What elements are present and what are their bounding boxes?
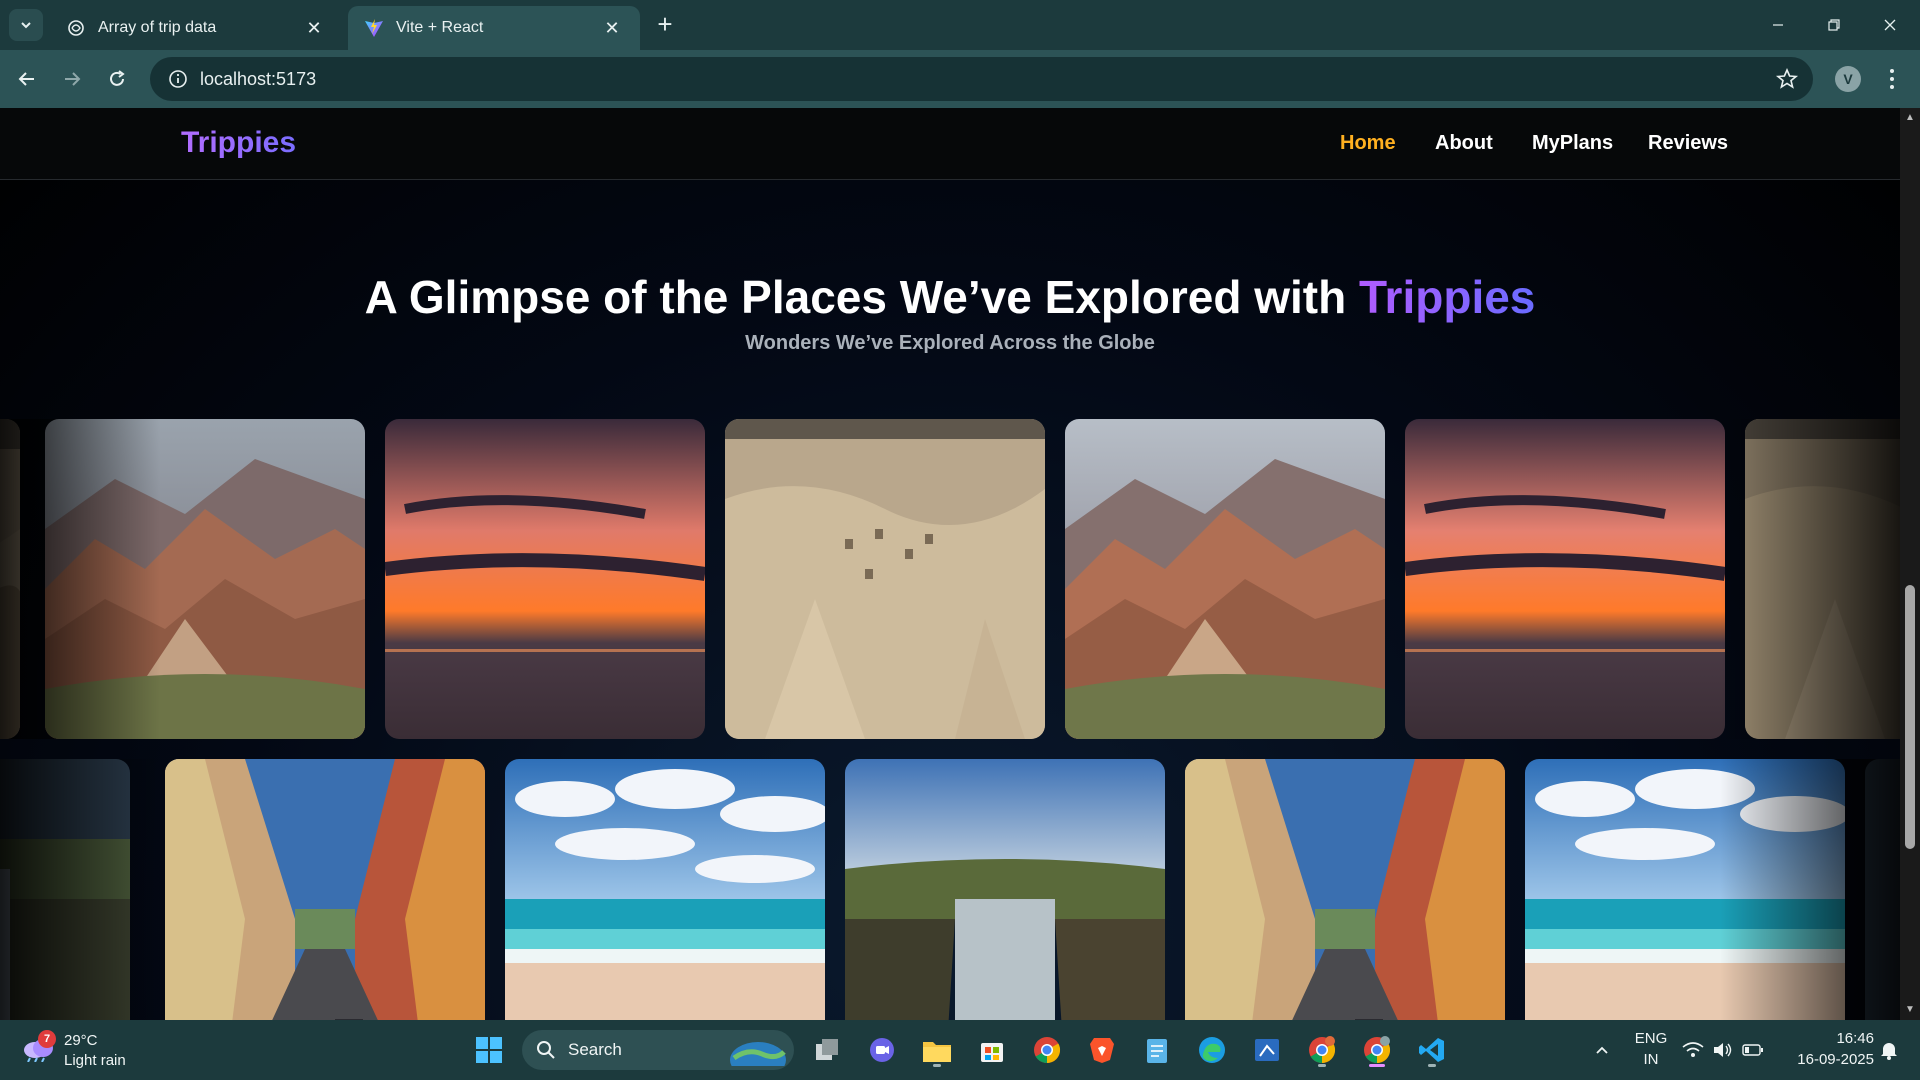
webpage: Trippies Home About MyPlans Reviews A Gl… xyxy=(0,108,1900,1020)
file-explorer-icon[interactable] xyxy=(917,1030,957,1070)
gallery-card-tropical-beach[interactable] xyxy=(1525,759,1845,1020)
browser-tab-strip: Array of trip data ✕ Vite + React ✕ + xyxy=(0,0,1920,50)
chrome-profile-icon[interactable] xyxy=(1302,1030,1342,1070)
clock-date[interactable]: 16-09-2025 xyxy=(1780,1051,1874,1068)
minimize-icon xyxy=(1773,24,1783,26)
taskbar-search-box[interactable]: Search xyxy=(522,1030,794,1070)
nav-about-link[interactable]: About xyxy=(1435,132,1493,155)
gallery-row-2 xyxy=(0,759,1900,1020)
back-button[interactable] xyxy=(10,62,44,96)
gallery-card-cappadocia[interactable] xyxy=(725,419,1045,739)
scroll-up-arrow-icon[interactable]: ▲ xyxy=(1904,112,1916,124)
notification-bell-icon[interactable] xyxy=(1874,1030,1904,1070)
edge-icon[interactable] xyxy=(1192,1030,1232,1070)
forward-button[interactable] xyxy=(55,62,89,96)
close-icon[interactable]: ✕ xyxy=(302,16,326,40)
scroll-down-arrow-icon[interactable]: ▼ xyxy=(1904,1004,1916,1016)
gallery-card-waterfall[interactable] xyxy=(1865,759,1900,1020)
close-window-button[interactable] xyxy=(1862,0,1918,50)
search-label: Search xyxy=(568,1040,622,1059)
globe-highlight-icon xyxy=(730,1042,786,1066)
gallery-card-colorful-street[interactable] xyxy=(165,759,485,1020)
weather-condition: Light rain xyxy=(64,1052,126,1069)
windows-start-icon[interactable] xyxy=(469,1030,509,1070)
running-indicator xyxy=(933,1064,941,1067)
gallery-card-ocean-sunset[interactable] xyxy=(1405,419,1725,739)
running-indicator xyxy=(1318,1064,1326,1067)
close-icon xyxy=(1884,19,1896,31)
network-volume-battery-group[interactable] xyxy=(1678,1030,1768,1070)
browser-toolbar: localhost:5173 V xyxy=(0,50,1920,108)
gallery-card-waterfall[interactable] xyxy=(845,759,1165,1020)
page-subheading: Wonders We’ve Explored Across the Globe xyxy=(745,332,1155,354)
browser-menu-icon[interactable] xyxy=(1882,64,1902,94)
battery-icon xyxy=(1742,1044,1763,1056)
tab-array-of-trip-data[interactable]: Array of trip data ✕ xyxy=(50,6,342,50)
nav-myplans-link[interactable]: MyPlans xyxy=(1532,132,1613,155)
restore-icon xyxy=(1828,19,1840,31)
site-logo[interactable]: Trippies xyxy=(181,126,296,160)
chrome-icon[interactable] xyxy=(1027,1030,1067,1070)
reload-icon xyxy=(110,70,125,86)
running-indicator xyxy=(1428,1064,1436,1067)
arrow-left-icon xyxy=(18,72,34,86)
heading-accent-text: Trippies xyxy=(1359,271,1536,323)
gallery-card-waterfall[interactable] xyxy=(0,759,130,1020)
gallery-card-rainbow-mountains[interactable] xyxy=(45,419,365,739)
weather-alert-badge: 7 xyxy=(38,1030,56,1048)
gallery-row-1 xyxy=(0,419,1900,739)
profile-avatar[interactable]: V xyxy=(1835,66,1861,92)
chrome-active-icon[interactable] xyxy=(1357,1030,1397,1070)
tab-search-button[interactable] xyxy=(9,9,43,41)
tab-title: Array of trip data xyxy=(98,19,217,36)
remote-desktop-icon[interactable] xyxy=(1247,1030,1287,1070)
gallery-card-rainbow-mountains[interactable] xyxy=(1065,419,1385,739)
url-text: localhost:5173 xyxy=(200,68,317,89)
close-icon[interactable]: ✕ xyxy=(600,16,624,40)
minimize-button[interactable] xyxy=(1750,0,1806,50)
gallery-card-colorful-street[interactable] xyxy=(1185,759,1505,1020)
nav-reviews-link[interactable]: Reviews xyxy=(1648,132,1728,155)
chatgpt-icon xyxy=(66,18,86,38)
gallery-card-ocean-sunset[interactable] xyxy=(385,419,705,739)
site-navbar: Trippies Home About MyPlans Reviews xyxy=(0,108,1900,180)
arrow-right-icon xyxy=(65,72,81,86)
restore-button[interactable] xyxy=(1806,0,1862,50)
vscode-icon[interactable] xyxy=(1412,1030,1452,1070)
weather-temperature: 29°C xyxy=(64,1032,98,1049)
task-view-icon[interactable] xyxy=(807,1030,847,1070)
chevron-up-icon[interactable] xyxy=(1582,1030,1622,1070)
search-icon xyxy=(537,1041,555,1059)
tab-vite-react[interactable]: Vite + React ✕ xyxy=(348,6,640,50)
brave-icon[interactable] xyxy=(1082,1030,1122,1070)
windows-taskbar: 7 29°C Light rain Search ENG IN 16:46 16… xyxy=(0,1020,1920,1080)
input-language[interactable]: ENG xyxy=(1628,1030,1674,1047)
nav-home-link[interactable]: Home xyxy=(1340,132,1396,155)
gallery-card-cappadocia[interactable] xyxy=(1745,419,1900,739)
heading-main-text: A Glimpse of the Places We’ve Explored w… xyxy=(364,271,1347,323)
microsoft-store-icon[interactable] xyxy=(972,1030,1012,1070)
input-region[interactable]: IN xyxy=(1628,1051,1674,1068)
meet-chat-icon[interactable] xyxy=(862,1030,902,1070)
gallery-card-cappadocia[interactable] xyxy=(0,419,20,739)
reload-button[interactable] xyxy=(100,62,134,96)
clock-time[interactable]: 16:46 xyxy=(1780,1030,1874,1047)
wifi-icon xyxy=(1682,1042,1704,1057)
notepad-icon[interactable] xyxy=(1137,1030,1177,1070)
new-tab-button[interactable]: + xyxy=(650,10,680,40)
page-scrollbar[interactable]: ▲ ▼ xyxy=(1900,108,1920,1020)
vite-icon xyxy=(364,18,384,38)
active-indicator xyxy=(1369,1064,1385,1067)
address-bar[interactable]: localhost:5173 xyxy=(150,57,1813,101)
gallery-card-tropical-beach[interactable] xyxy=(505,759,825,1020)
scrollbar-thumb[interactable] xyxy=(1905,585,1915,849)
weather-widget[interactable]: 7 29°C Light rain xyxy=(18,1028,158,1072)
page-heading: A Glimpse of the Places We’ve Explored w… xyxy=(0,270,1900,324)
site-info-icon[interactable] xyxy=(156,57,200,101)
bookmark-star-icon[interactable] xyxy=(1775,67,1799,91)
tab-title: Vite + React xyxy=(396,19,484,36)
chevron-down-icon xyxy=(21,22,31,29)
volume-icon xyxy=(1714,1043,1732,1057)
